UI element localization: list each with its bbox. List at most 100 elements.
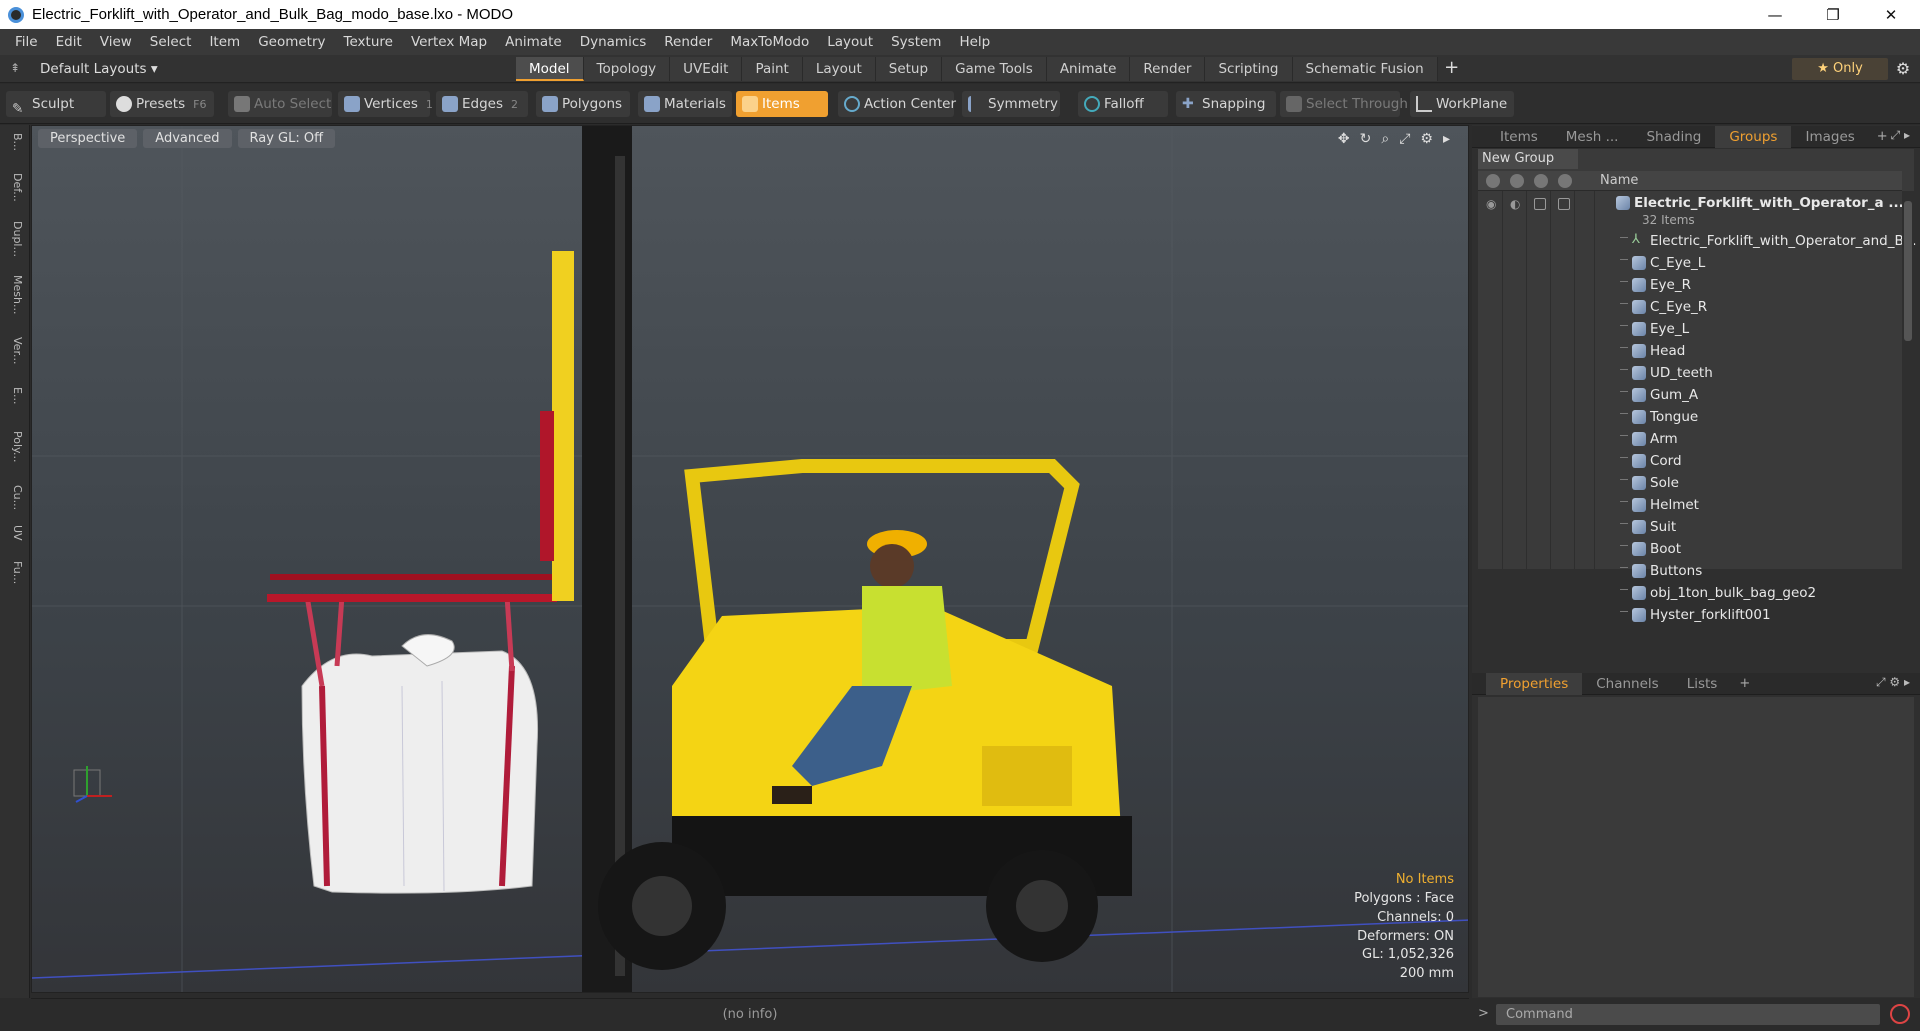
materials-button[interactable]: Materials bbox=[638, 91, 732, 117]
tab-layout[interactable]: Layout bbox=[802, 57, 876, 81]
vtab-fusion[interactable]: Fu... bbox=[6, 561, 24, 584]
list-item[interactable]: Boot bbox=[1478, 538, 1902, 560]
vtab-uv[interactable]: UV bbox=[6, 525, 24, 541]
vtab-vertex[interactable]: Ver... bbox=[6, 337, 24, 364]
vtab-edge[interactable]: E... bbox=[6, 387, 24, 404]
visibility-column-icon[interactable] bbox=[1486, 174, 1500, 188]
tab-items[interactable]: Items bbox=[1486, 126, 1552, 148]
tab-schematic-fusion[interactable]: Schematic Fusion bbox=[1292, 57, 1438, 81]
add-properties-tab-button[interactable]: + bbox=[1731, 676, 1758, 691]
menu-item[interactable]: Item bbox=[200, 29, 249, 55]
workplane-button[interactable]: WorkPlane bbox=[1410, 91, 1514, 117]
eye-icon[interactable]: ◉ bbox=[1486, 197, 1496, 211]
properties-expand-icon[interactable]: ⤢ ⚙ ▸ bbox=[1876, 675, 1910, 690]
menu-layout[interactable]: Layout bbox=[818, 29, 882, 55]
menu-geometry[interactable]: Geometry bbox=[249, 29, 334, 55]
tab-shading[interactable]: Shading bbox=[1632, 126, 1715, 148]
pan-icon[interactable]: ✥ bbox=[1338, 131, 1350, 147]
tab-setup[interactable]: Setup bbox=[875, 57, 943, 81]
tab-scripting[interactable]: Scripting bbox=[1205, 57, 1293, 81]
menu-select[interactable]: Select bbox=[141, 29, 201, 55]
viewport-gear-icon[interactable]: ⚙ bbox=[1420, 131, 1433, 147]
tab-channels[interactable]: Channels bbox=[1582, 673, 1672, 695]
sculpt-button[interactable]: ✎ Sculpt bbox=[6, 91, 106, 117]
scene-render[interactable] bbox=[32, 126, 1469, 993]
edges-button[interactable]: Edges 2 bbox=[436, 91, 528, 117]
raygl-button[interactable]: Ray GL: Off bbox=[237, 129, 336, 148]
auto-select-button[interactable]: Auto Select bbox=[228, 91, 332, 117]
vtab-mesh[interactable]: Mesh... bbox=[6, 275, 24, 314]
menu-system[interactable]: System bbox=[882, 29, 950, 55]
vertices-button[interactable]: Vertices 1 bbox=[338, 91, 433, 117]
menu-help[interactable]: Help bbox=[950, 29, 999, 55]
zoom-icon[interactable]: ⌕ bbox=[1381, 131, 1389, 147]
home-arrow-icon[interactable]: ⇞ bbox=[10, 61, 26, 77]
items-button[interactable]: Items bbox=[736, 91, 828, 117]
vtab-duplicate[interactable]: Dupl... bbox=[6, 221, 24, 257]
3d-viewport[interactable]: Perspective Advanced Ray GL: Off ✥ ↻ ⌕ ⤢… bbox=[31, 125, 1469, 993]
tab-mesh[interactable]: Mesh ... bbox=[1552, 126, 1633, 148]
tab-topology[interactable]: Topology bbox=[583, 57, 671, 81]
vtab-basic[interactable]: B... bbox=[6, 133, 24, 151]
command-input[interactable]: Command bbox=[1496, 1004, 1880, 1025]
list-item[interactable]: Eye_L bbox=[1478, 318, 1902, 340]
render-toggle-icon[interactable]: ◐ bbox=[1510, 197, 1520, 211]
gear-icon[interactable]: ⚙ bbox=[1890, 58, 1916, 80]
tab-properties[interactable]: Properties bbox=[1486, 672, 1583, 695]
list-item[interactable]: Arm bbox=[1478, 428, 1902, 450]
list-item[interactable]: Cord bbox=[1478, 450, 1902, 472]
vtab-deform[interactable]: Def... bbox=[6, 173, 24, 202]
list-item[interactable]: Helmet bbox=[1478, 494, 1902, 516]
list-item[interactable]: Buttons bbox=[1478, 560, 1902, 582]
menu-texture[interactable]: Texture bbox=[335, 29, 402, 55]
presets-button[interactable]: Presets F6 bbox=[110, 91, 214, 117]
groups-scrollbar[interactable] bbox=[1902, 191, 1914, 569]
only-button[interactable]: ★ Only bbox=[1792, 58, 1888, 80]
menu-animate[interactable]: Animate bbox=[496, 29, 571, 55]
menu-dynamics[interactable]: Dynamics bbox=[571, 29, 656, 55]
menu-vertex-map[interactable]: Vertex Map bbox=[402, 29, 496, 55]
lock-checkbox[interactable] bbox=[1534, 198, 1546, 210]
rotate-icon[interactable]: ↻ bbox=[1360, 131, 1372, 147]
render-column-icon[interactable] bbox=[1510, 174, 1524, 188]
new-group-button[interactable]: New Group bbox=[1478, 149, 1578, 169]
symmetry-button[interactable]: Symmetry bbox=[962, 91, 1060, 117]
group-root-row[interactable]: ◉ ◐ Electric_Forklift_with_Operator_a ..… bbox=[1478, 192, 1904, 230]
list-item[interactable]: Sole bbox=[1478, 472, 1902, 494]
snapping-button[interactable]: ✚ Snapping bbox=[1176, 91, 1276, 117]
list-item[interactable]: Hyster_forklift001 bbox=[1478, 604, 1902, 626]
menu-render[interactable]: Render bbox=[655, 29, 721, 55]
command-chevron-icon[interactable]: > bbox=[1478, 1006, 1489, 1021]
tab-render[interactable]: Render bbox=[1130, 57, 1206, 81]
polygons-button[interactable]: Polygons bbox=[536, 91, 630, 117]
tab-animate[interactable]: Animate bbox=[1046, 57, 1131, 81]
list-item[interactable]: ⅄ Electric_Forklift_with_Operator_and_B.… bbox=[1478, 230, 1917, 252]
lock-column-icon[interactable] bbox=[1534, 174, 1548, 188]
menu-maxtomodo[interactable]: MaxToModo bbox=[721, 29, 818, 55]
list-item[interactable]: Tongue bbox=[1478, 406, 1902, 428]
list-item[interactable]: obj_1ton_bulk_bag_geo2 bbox=[1478, 582, 1902, 604]
list-item[interactable]: Gum_A bbox=[1478, 384, 1902, 406]
list-item[interactable]: C_Eye_R bbox=[1478, 296, 1902, 318]
close-button[interactable]: ✕ bbox=[1862, 0, 1920, 29]
vtab-polygon[interactable]: Poly... bbox=[6, 431, 24, 462]
list-item[interactable]: Suit bbox=[1478, 516, 1902, 538]
layout-dropdown[interactable]: Default Layouts ▾ bbox=[40, 59, 158, 79]
restore-button[interactable]: ❐ bbox=[1804, 0, 1862, 29]
fit-icon[interactable]: ⤢ bbox=[1399, 131, 1410, 147]
add-tab-button[interactable]: + bbox=[1438, 57, 1466, 81]
vtab-curve[interactable]: Cu... bbox=[6, 485, 24, 510]
select-column-icon[interactable] bbox=[1558, 174, 1572, 188]
menu-file[interactable]: File bbox=[6, 29, 47, 55]
action-center-button[interactable]: Action Center bbox=[838, 91, 956, 117]
tab-groups[interactable]: Groups bbox=[1715, 125, 1792, 148]
menu-view[interactable]: View bbox=[91, 29, 141, 55]
tab-images[interactable]: Images bbox=[1791, 126, 1868, 148]
list-item[interactable]: UD_teeth bbox=[1478, 362, 1902, 384]
list-item[interactable]: C_Eye_L bbox=[1478, 252, 1902, 274]
viewport-expand-icon[interactable]: ▸ bbox=[1443, 131, 1450, 147]
groups-scroll-thumb[interactable] bbox=[1904, 201, 1912, 341]
menu-edit[interactable]: Edit bbox=[47, 29, 91, 55]
tab-paint[interactable]: Paint bbox=[742, 57, 803, 81]
list-item[interactable]: Head bbox=[1478, 340, 1902, 362]
